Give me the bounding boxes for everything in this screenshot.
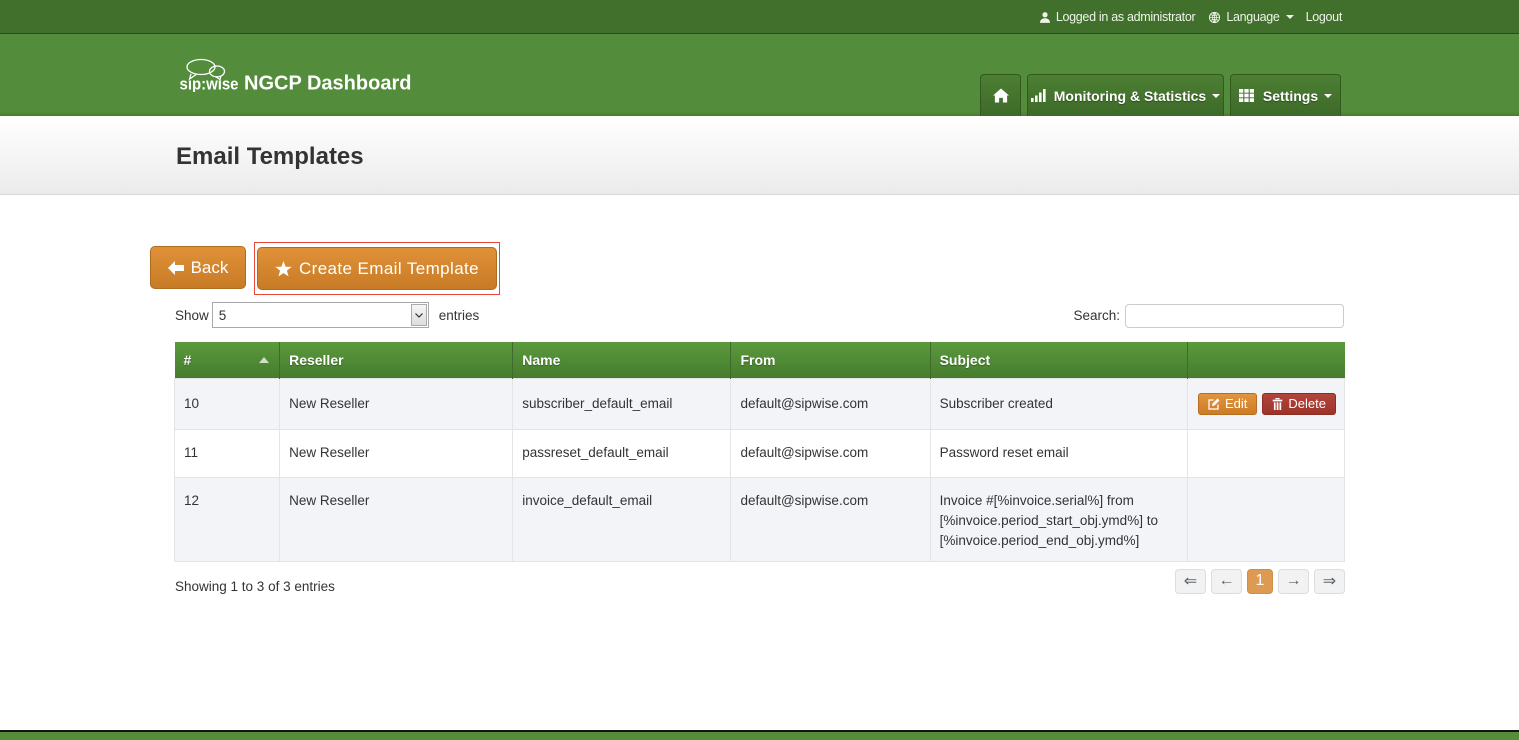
svg-text:sıp:wıse: sıp:wıse xyxy=(180,75,239,93)
